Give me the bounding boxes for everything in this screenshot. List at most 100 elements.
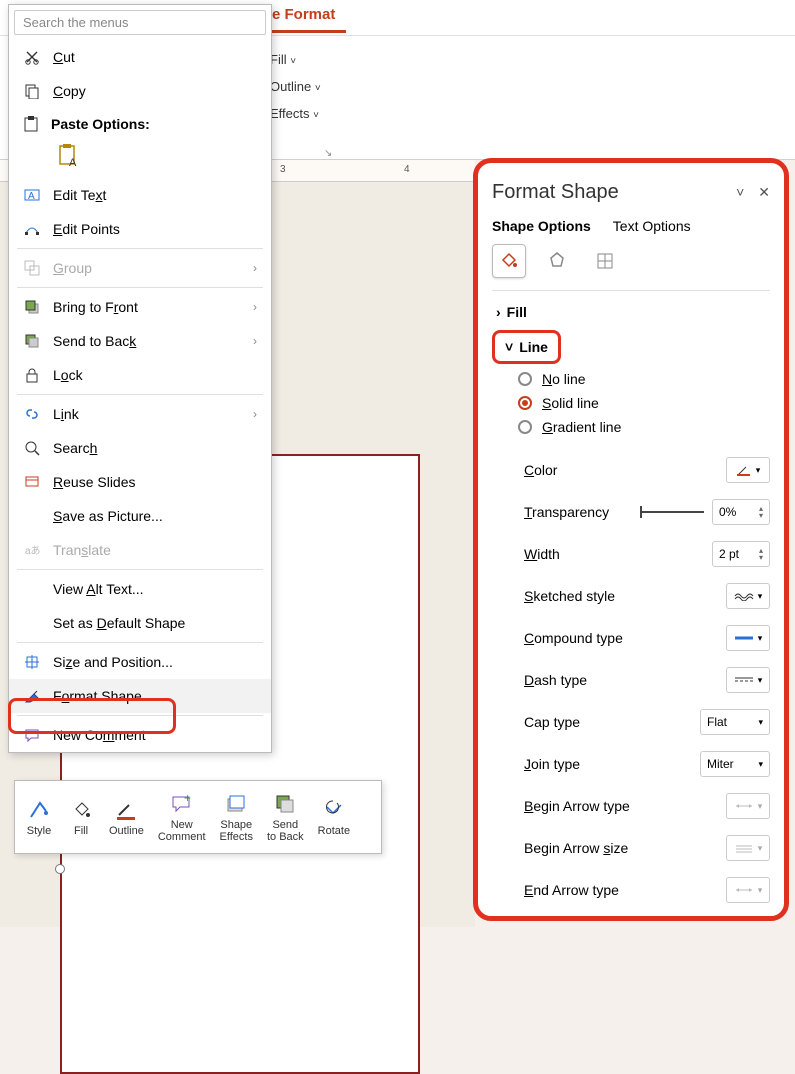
sketched-style-button[interactable]: ▾ <box>726 583 770 609</box>
mini-rotate-button[interactable]: Rotate <box>312 783 356 851</box>
chevron-right-icon: › <box>253 407 257 421</box>
dash-type-button[interactable]: ▾ <box>726 667 770 693</box>
mini-shape-effects-button[interactable]: ShapeEffects <box>214 783 259 851</box>
compound-type-button[interactable]: ▾ <box>726 625 770 651</box>
edit-points-icon <box>23 220 41 238</box>
effects-tab-icon[interactable] <box>540 244 574 278</box>
search-icon <box>23 439 41 457</box>
mini-outline-button[interactable]: Outline <box>103 783 150 851</box>
label-transparency: Transparency <box>524 504 640 520</box>
menu-search[interactable]: Search <box>9 431 271 465</box>
highlight-annotation-line: ˅ Line <box>492 330 561 364</box>
join-type-select[interactable]: Miter▾ <box>700 751 770 777</box>
radio-gradient-line[interactable]: Gradient line <box>492 415 770 439</box>
size-position-icon <box>23 653 41 671</box>
menu-link[interactable]: Link › <box>9 397 271 431</box>
menu-paste-options-header: Paste Options: <box>9 108 271 140</box>
cap-type-select[interactable]: Flat▾ <box>700 709 770 735</box>
send-back-icon <box>274 791 296 817</box>
search-menus-input[interactable]: Search the menus <box>14 10 266 35</box>
label-color: Color <box>524 462 726 478</box>
reuse-slides-icon <box>23 473 41 491</box>
svg-text:A: A <box>69 157 77 168</box>
label-join-type: Join type <box>524 756 700 772</box>
tab-shape-options[interactable]: Shape Options <box>492 218 591 234</box>
label-width: Width <box>524 546 712 562</box>
bring-front-icon <box>23 298 41 316</box>
edit-text-icon: A <box>23 186 41 204</box>
end-arrow-type-button: ▾ <box>726 877 770 903</box>
menu-cut[interactable]: Cut <box>9 40 271 74</box>
label-compound-type: Compound type <box>524 630 726 646</box>
tab-shape-format[interactable]: e Format <box>272 6 335 23</box>
menu-view-alt-text[interactable]: View Alt Text... <box>9 572 271 606</box>
tab-text-options[interactable]: Text Options <box>613 218 691 234</box>
ribbon-effects-button[interactable]: Effects ˅ <box>270 106 321 121</box>
chevron-right-icon: › <box>253 300 257 314</box>
menu-new-comment[interactable]: New Comment <box>9 718 271 752</box>
transparency-input[interactable]: 0%▴▾ <box>712 499 770 525</box>
menu-translate: aあ Translate <box>9 533 271 567</box>
menu-set-default-shape[interactable]: Set as Default Shape <box>9 606 271 640</box>
menu-copy[interactable]: Copy <box>9 74 271 108</box>
menu-lock[interactable]: Lock <box>9 358 271 392</box>
mini-new-comment-button[interactable]: + NewComment <box>152 783 212 851</box>
wavy-line-icon <box>734 591 754 601</box>
pane-close-icon[interactable]: ✕ <box>758 184 770 201</box>
paste-icon <box>23 116 39 132</box>
lock-icon <box>23 366 41 384</box>
fill-line-tab-icon[interactable] <box>492 244 526 278</box>
label-begin-arrow-size: Begin Arrow size <box>524 840 726 856</box>
ribbon-fill-button[interactable]: Fill ˅ <box>270 52 321 67</box>
svg-text:+: + <box>184 793 191 805</box>
menu-reuse-slides[interactable]: Reuse Slides <box>9 465 271 499</box>
begin-arrow-size-button: ▾ <box>726 835 770 861</box>
mini-send-to-back-button[interactable]: Sendto Back <box>261 783 310 851</box>
svg-text:A: A <box>28 191 35 202</box>
arrow-both-icon <box>734 801 754 811</box>
radio-solid-line[interactable]: Solid line <box>492 391 770 415</box>
style-icon <box>28 797 50 823</box>
menu-edit-points[interactable]: Edit Points <box>9 212 271 246</box>
chevron-right-icon: › <box>253 334 257 348</box>
link-icon <box>23 405 41 423</box>
group-icon <box>23 259 41 277</box>
menu-send-to-back[interactable]: Send to Back › <box>9 324 271 358</box>
radio-icon <box>518 372 532 386</box>
menu-edit-text[interactable]: A Edit Text <box>9 178 271 212</box>
tab-underline <box>272 30 346 33</box>
single-line-icon <box>734 634 754 642</box>
mini-style-button[interactable]: Style <box>19 783 59 851</box>
transparency-slider[interactable] <box>640 511 704 513</box>
translate-icon: aあ <box>23 541 41 559</box>
section-line-header[interactable]: ˅ Line <box>501 337 552 357</box>
send-back-icon <box>23 332 41 350</box>
selection-handle[interactable] <box>55 864 65 874</box>
paste-keep-formatting[interactable]: A <box>53 140 85 172</box>
label-begin-arrow-type: Begin Arrow type <box>524 798 726 814</box>
ribbon-outline-button[interactable]: Outline ˅ <box>270 79 321 94</box>
chevron-right-icon: › <box>496 304 501 320</box>
menu-save-as-picture[interactable]: Save as Picture... <box>9 499 271 533</box>
section-fill-header[interactable]: › Fill <box>492 297 770 327</box>
fill-icon <box>70 797 92 823</box>
menu-format-shape[interactable]: Format Shape... <box>9 679 271 713</box>
chevron-right-icon: › <box>253 261 257 275</box>
color-picker-button[interactable]: ▾ <box>726 457 770 483</box>
menu-bring-to-front[interactable]: Bring to Front › <box>9 290 271 324</box>
ruler-mark: 4 <box>404 164 410 175</box>
pane-dropdown-icon[interactable]: ˅ <box>736 184 744 201</box>
mini-toolbar: Style Fill Outline + NewComment ShapeEff… <box>14 780 382 854</box>
pane-title-text: Format Shape <box>492 181 619 204</box>
arrow-both-icon <box>734 885 754 895</box>
label-end-arrow-type: End Arrow type <box>524 882 726 898</box>
size-properties-tab-icon[interactable] <box>588 244 622 278</box>
mini-fill-button[interactable]: Fill <box>61 783 101 851</box>
width-input[interactable]: 2 pt▴▾ <box>712 541 770 567</box>
dialog-launcher-icon[interactable]: ↘ <box>324 148 332 159</box>
pen-icon <box>736 463 752 477</box>
context-menu: Search the menus Cut Copy Paste Options:… <box>8 4 272 753</box>
chevron-down-icon: ˅ <box>505 339 513 355</box>
radio-no-line[interactable]: No line <box>492 367 770 391</box>
menu-size-position[interactable]: Size and Position... <box>9 645 271 679</box>
